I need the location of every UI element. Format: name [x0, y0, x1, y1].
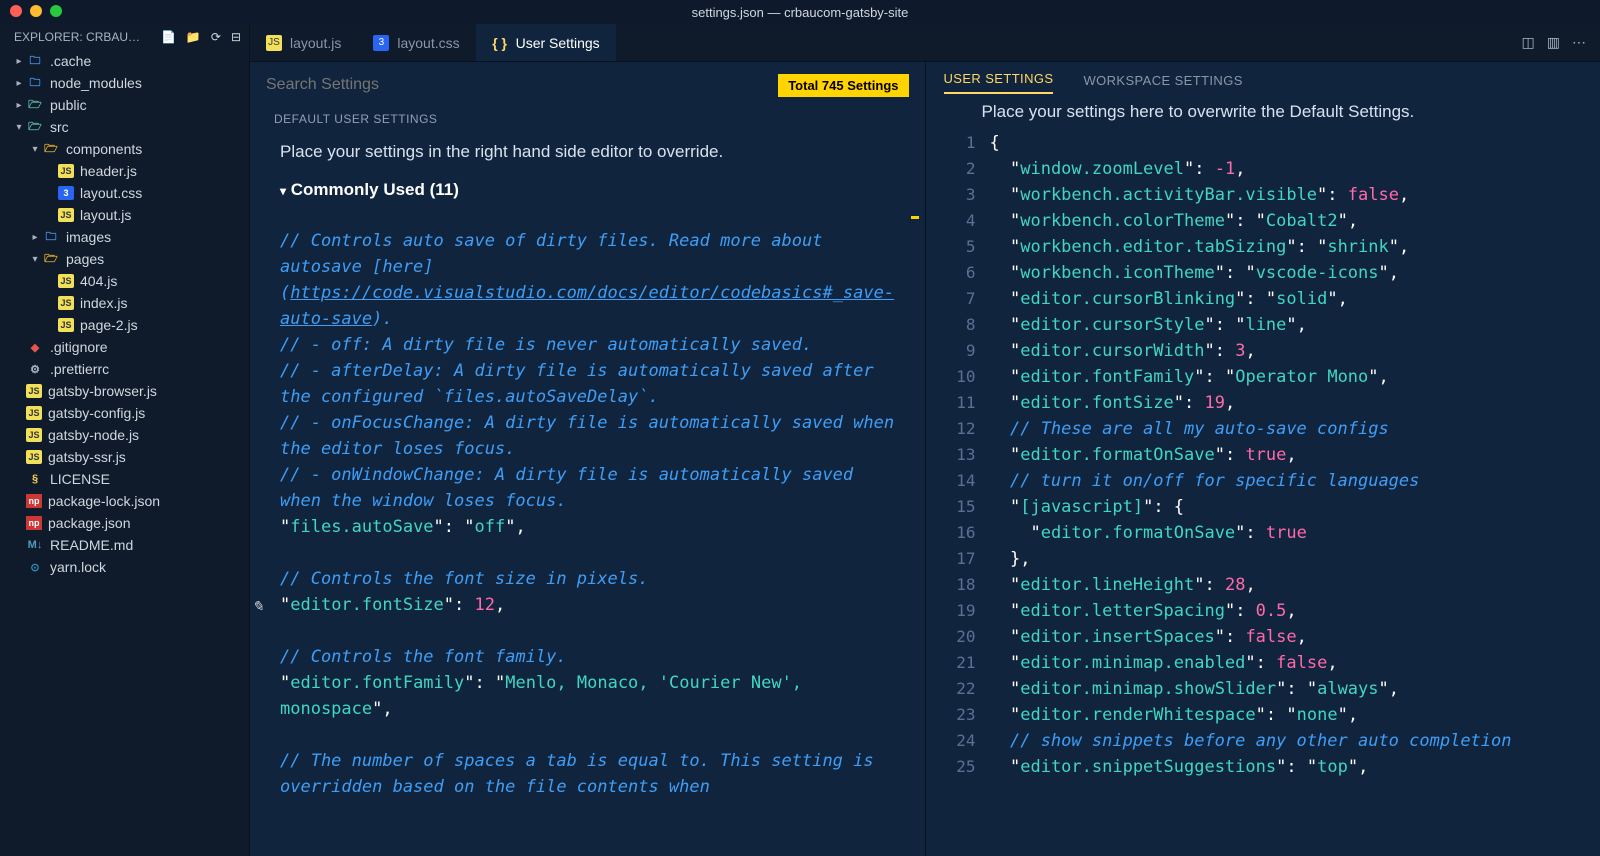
settings-scope-tabs: USER SETTINGS WORKSPACE SETTINGS [926, 62, 1600, 94]
default-user-settings-label: DEFAULT USER SETTINGS [250, 108, 925, 130]
file-tree-item[interactable]: M↓README.md [0, 534, 249, 556]
file-tree-item[interactable]: ▾🗁components [0, 138, 249, 160]
settings-scope-tab[interactable]: WORKSPACE SETTINGS [1083, 73, 1242, 94]
file-tree-item[interactable]: nppackage-lock.json [0, 490, 249, 512]
minimize-window-icon[interactable] [30, 5, 42, 17]
file-tree-item[interactable]: JSgatsby-browser.js [0, 380, 249, 402]
explorer-header: EXPLORER: CRBAU… 📄 📁 ⟳ ⊟ [0, 24, 249, 50]
user-settings-editor[interactable]: { "window.zoomLevel": -1, "workbench.act… [976, 128, 1600, 856]
user-settings-pane: USER SETTINGS WORKSPACE SETTINGS Place yo… [926, 62, 1600, 856]
file-tree-item[interactable]: ▾🗁pages [0, 248, 249, 270]
file-tree-item[interactable]: JSgatsby-config.js [0, 402, 249, 424]
collapse-icon[interactable]: ⊟ [231, 30, 241, 44]
editor-tab[interactable]: 3layout.css [357, 24, 475, 61]
commonly-used-header[interactable]: ▾ Commonly Used (11) [280, 180, 901, 200]
explorer-title: EXPLORER: CRBAU… [14, 30, 140, 44]
default-settings-pane: Total 745 Settings DEFAULT USER SETTINGS… [250, 62, 926, 856]
line-gutter: 1234567891011121314151617181920212223242… [932, 128, 976, 856]
explorer-sidebar: EXPLORER: CRBAU… 📄 📁 ⟳ ⊟ ▸🗀.cache▸🗀node_… [0, 24, 250, 856]
file-tree-item[interactable]: ▸🗀node_modules [0, 72, 249, 94]
file-tree-item[interactable]: JSpage-2.js [0, 314, 249, 336]
file-tree-item[interactable]: ◆.gitignore [0, 336, 249, 358]
editor-tab[interactable]: { }User Settings [476, 24, 616, 61]
window-controls [10, 5, 62, 17]
file-tree-item[interactable]: JSgatsby-ssr.js [0, 446, 249, 468]
refresh-icon[interactable]: ⟳ [211, 30, 221, 44]
file-tree-item[interactable]: JSgatsby-node.js [0, 424, 249, 446]
new-file-icon[interactable]: 📄 [161, 30, 176, 44]
file-tree-item[interactable]: JSheader.js [0, 160, 249, 182]
editor-tabs: JSlayout.js3layout.css{ }User Settings ◫… [250, 24, 1600, 62]
default-settings-code[interactable]: // Controls auto save of dirty files. Re… [280, 228, 901, 800]
file-tree[interactable]: ▸🗀.cache▸🗀node_modules▸🗁public▾🗁src▾🗁com… [0, 50, 249, 856]
file-tree-item[interactable]: ▸🗀.cache [0, 50, 249, 72]
title-bar: settings.json — crbaucom-gatsby-site [0, 0, 1600, 24]
file-tree-item[interactable]: nppackage.json [0, 512, 249, 534]
file-tree-item[interactable]: ▾🗁src [0, 116, 249, 138]
user-settings-hint: Place your settings here to overwrite th… [926, 94, 1600, 128]
search-settings-input[interactable] [266, 76, 778, 94]
more-actions-icon[interactable]: ⋯ [1572, 34, 1586, 51]
file-tree-item[interactable]: ▸🗁public [0, 94, 249, 116]
open-preview-icon[interactable]: ◫ [1522, 34, 1535, 51]
window-title: settings.json — crbaucom-gatsby-site [692, 5, 909, 20]
file-tree-item[interactable]: JSindex.js [0, 292, 249, 314]
file-tree-item[interactable]: ⊙yarn.lock [0, 556, 249, 578]
total-settings-badge: Total 745 Settings [778, 74, 908, 97]
close-window-icon[interactable] [10, 5, 22, 17]
overview-ruler-mark [911, 216, 919, 219]
settings-scope-tab[interactable]: USER SETTINGS [944, 71, 1054, 94]
file-tree-item[interactable]: 3layout.css [0, 182, 249, 204]
split-editor-icon[interactable]: ▥ [1547, 34, 1560, 51]
edit-pencil-icon[interactable]: ✎ [252, 594, 264, 620]
maximize-window-icon[interactable] [50, 5, 62, 17]
file-tree-item[interactable]: JSlayout.js [0, 204, 249, 226]
editor-tab[interactable]: JSlayout.js [250, 24, 357, 61]
file-tree-item[interactable]: ⚙.prettierrc [0, 358, 249, 380]
file-tree-item[interactable]: ▸🗀images [0, 226, 249, 248]
file-tree-item[interactable]: §LICENSE [0, 468, 249, 490]
new-folder-icon[interactable]: 📁 [186, 30, 201, 44]
file-tree-item[interactable]: JS404.js [0, 270, 249, 292]
default-settings-hint: Place your settings in the right hand si… [280, 142, 901, 162]
